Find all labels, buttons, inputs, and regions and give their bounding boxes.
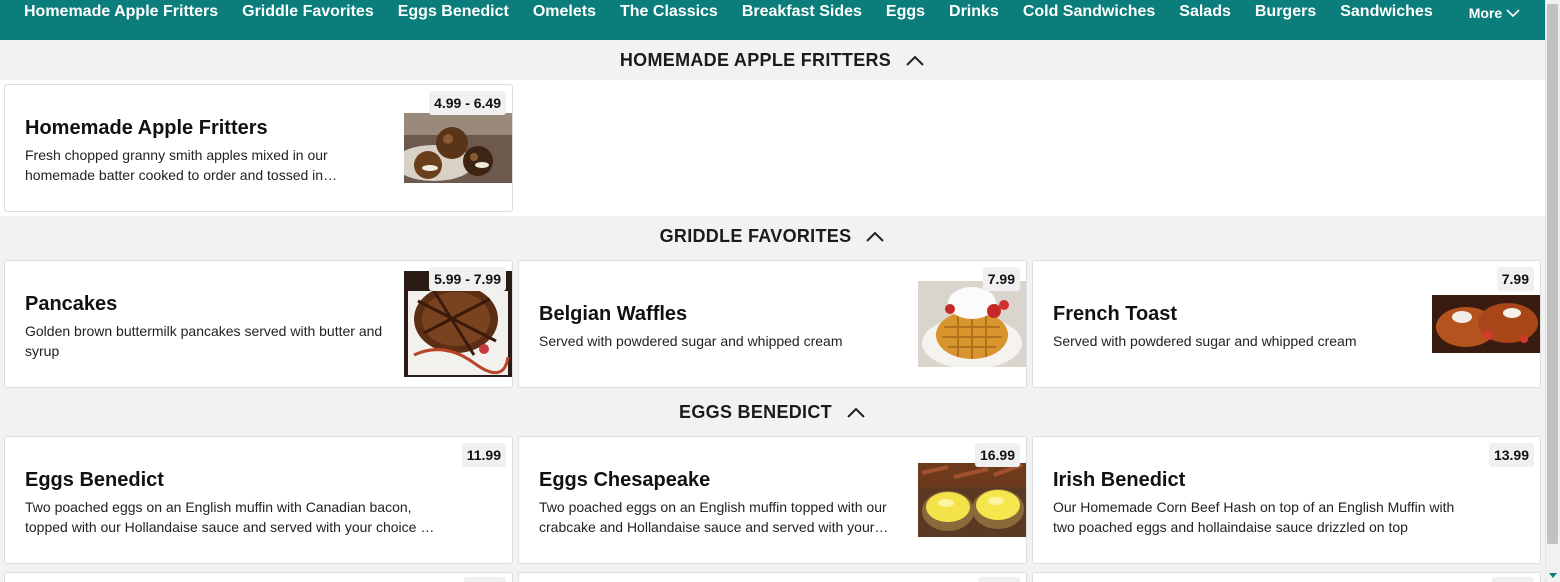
section-title: EGGS BENEDICT bbox=[679, 401, 832, 422]
nav-item-sandwiches[interactable]: Sandwiches bbox=[1328, 0, 1444, 24]
menu-item-card[interactable]: Belgian Waffles Served with powdered sug… bbox=[518, 260, 1027, 388]
scroll-down-arrow-icon[interactable] bbox=[1549, 573, 1557, 578]
item-description: Two poached eggs on an English muffin to… bbox=[539, 499, 887, 535]
menu-content: HOMEMADE APPLE FRITTERS Homemade Apple F… bbox=[0, 40, 1545, 582]
item-name: Irish Benedict bbox=[1053, 469, 1186, 491]
item-description: Golden brown buttermilk pancakes served … bbox=[25, 323, 383, 359]
price-stub bbox=[1492, 577, 1534, 582]
item-text: Eggs Chesapeake Two poached eggs on an E… bbox=[539, 437, 902, 563]
section-items-eggs-benedict: Eggs Benedict Two poached eggs on an Eng… bbox=[0, 432, 1545, 568]
chevron-up-icon[interactable] bbox=[865, 230, 885, 242]
more-menu-button[interactable]: More bbox=[1445, 0, 1520, 21]
nav-item-burgers[interactable]: Burgers bbox=[1243, 0, 1328, 24]
menu-item-card[interactable]: French Toast Served with powdered sugar … bbox=[1032, 260, 1541, 388]
item-text: Pancakes Golden brown buttermilk pancake… bbox=[25, 261, 388, 387]
item-name: Pancakes bbox=[25, 293, 118, 315]
item-text: French Toast Served with powdered sugar … bbox=[1053, 261, 1416, 387]
nav-item-eggs-benedict[interactable]: Eggs Benedict bbox=[386, 0, 521, 24]
nav-item-homemade-apple-fritters[interactable]: Homemade Apple Fritters bbox=[12, 0, 230, 24]
item-price: 5.99 - 7.99 bbox=[429, 267, 506, 291]
section-title: GRIDDLE FAVORITES bbox=[659, 225, 852, 246]
nav-item-breakfast-sides[interactable]: Breakfast Sides bbox=[730, 0, 874, 24]
item-description: Two poached eggs on an English muffin wi… bbox=[25, 499, 433, 535]
item-name: Eggs Chesapeake bbox=[539, 469, 711, 491]
item-text: Homemade Apple Fritters Fresh chopped gr… bbox=[25, 85, 388, 211]
item-price: 7.99 bbox=[1496, 267, 1534, 291]
menu-item-card[interactable]: Eggs Chesapeake Two poached eggs on an E… bbox=[518, 436, 1027, 564]
item-description: Our Homemade Corn Beef Hash on top of an… bbox=[1053, 499, 1455, 535]
item-price: 16.99 bbox=[974, 443, 1020, 467]
nav-item-drinks[interactable]: Drinks bbox=[937, 0, 1011, 24]
section-items-griddle-favorites: Pancakes Golden brown buttermilk pancake… bbox=[0, 256, 1545, 392]
chevron-down-icon bbox=[1506, 8, 1520, 17]
section-title: HOMEMADE APPLE FRITTERS bbox=[619, 49, 892, 70]
item-price: 11.99 bbox=[461, 443, 506, 467]
section-header-apple-fritters[interactable]: HOMEMADE APPLE FRITTERS bbox=[0, 40, 1545, 80]
item-price: 13.99 bbox=[1488, 443, 1534, 467]
item-text: Eggs Benedict Two poached eggs on an Eng… bbox=[25, 437, 440, 563]
category-nav: Homemade Apple Fritters Griddle Favorite… bbox=[0, 0, 1545, 40]
chevron-up-icon[interactable] bbox=[905, 54, 925, 66]
menu-item-card[interactable]: Pancakes Golden brown buttermilk pancake… bbox=[4, 260, 513, 388]
page-scrollbar[interactable] bbox=[1545, 0, 1560, 582]
item-image-french-toast bbox=[1432, 295, 1540, 353]
item-name: Eggs Benedict bbox=[25, 469, 164, 491]
item-name: Belgian Waffles bbox=[539, 303, 688, 325]
section-items-apple-fritters: Homemade Apple Fritters Fresh chopped gr… bbox=[0, 80, 1545, 216]
item-description: Served with powdered sugar and whipped c… bbox=[1053, 333, 1357, 349]
item-name: French Toast bbox=[1053, 303, 1178, 325]
menu-item-card[interactable]: Irish Benedict Our Homemade Corn Beef Ha… bbox=[1032, 436, 1541, 564]
nav-item-salads[interactable]: Salads bbox=[1167, 0, 1243, 24]
menu-item-card[interactable]: Homemade Apple Fritters Fresh chopped gr… bbox=[4, 84, 513, 212]
price-stub bbox=[978, 577, 1020, 582]
chevron-up-icon[interactable] bbox=[846, 406, 866, 418]
nav-item-omelets[interactable]: Omelets bbox=[521, 0, 608, 24]
item-text: Belgian Waffles Served with powdered sug… bbox=[539, 261, 902, 387]
item-image-belgian-waffles bbox=[918, 281, 1026, 367]
item-price: 7.99 bbox=[982, 267, 1020, 291]
menu-item-card-partial[interactable] bbox=[1032, 572, 1541, 582]
nav-item-the-classics[interactable]: The Classics bbox=[608, 0, 730, 24]
scroll-thumb[interactable] bbox=[1547, 4, 1558, 544]
item-price: 4.99 - 6.49 bbox=[429, 91, 506, 115]
nav-item-eggs[interactable]: Eggs bbox=[874, 0, 937, 24]
nav-item-griddle-favorites[interactable]: Griddle Favorites bbox=[230, 0, 386, 24]
item-description: Served with powdered sugar and whipped c… bbox=[539, 333, 843, 349]
menu-item-card[interactable]: Eggs Benedict Two poached eggs on an Eng… bbox=[4, 436, 513, 564]
item-name: Homemade Apple Fritters bbox=[25, 117, 268, 139]
section-header-eggs-benedict[interactable]: EGGS BENEDICT bbox=[0, 392, 1545, 432]
item-image-eggs-chesapeake bbox=[918, 463, 1026, 537]
more-label: More bbox=[1468, 5, 1503, 21]
price-stub bbox=[464, 577, 506, 582]
item-image-apple-fritters bbox=[404, 113, 512, 183]
menu-item-card-partial[interactable] bbox=[518, 572, 1027, 582]
menu-item-card-partial[interactable] bbox=[4, 572, 513, 582]
section-items-partial bbox=[0, 568, 1545, 582]
item-text: Irish Benedict Our Homemade Corn Beef Ha… bbox=[1053, 437, 1468, 563]
item-description: Fresh chopped granny smith apples mixed … bbox=[25, 147, 328, 183]
section-header-griddle-favorites[interactable]: GRIDDLE FAVORITES bbox=[0, 216, 1545, 256]
nav-item-cold-sandwiches[interactable]: Cold Sandwiches bbox=[1011, 0, 1167, 24]
